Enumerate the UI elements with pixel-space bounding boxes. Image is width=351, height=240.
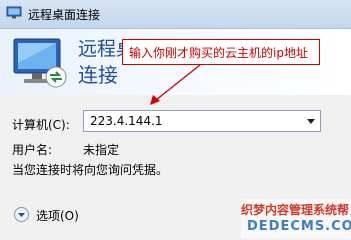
expand-chevron-icon[interactable] [14, 207, 29, 222]
options-label[interactable]: 选项(O) [36, 207, 79, 224]
computer-combobox[interactable]: 223.4.144.1 [83, 110, 321, 132]
window-title: 远程桌面连接 [28, 8, 101, 22]
username-value: 未指定 [83, 143, 120, 157]
watermark-line2: DEDECMS.COM [247, 219, 351, 234]
watermark: 织梦内容管理系统帮 DEDECMS.COM [241, 199, 351, 238]
computer-input[interactable]: 223.4.144.1 [90, 114, 163, 128]
remote-desktop-icon [6, 6, 22, 19]
watermark-line1: 织梦内容管理系统帮 [241, 203, 350, 217]
annotation-callout: 输入你刚才购买的云主机的ip地址 [122, 39, 320, 65]
title-bar[interactable]: 远程桌面连接 [0, 0, 351, 29]
chevron-down-icon[interactable] [302, 111, 320, 131]
monitor-connection-icon [13, 38, 67, 88]
banner-title-line2: 连接 [78, 63, 118, 87]
computer-label: 计算机(C): [12, 118, 70, 132]
username-label: 用户名: [12, 143, 53, 157]
credentials-note: 当您连接时将向您询问凭据。 [12, 163, 169, 177]
